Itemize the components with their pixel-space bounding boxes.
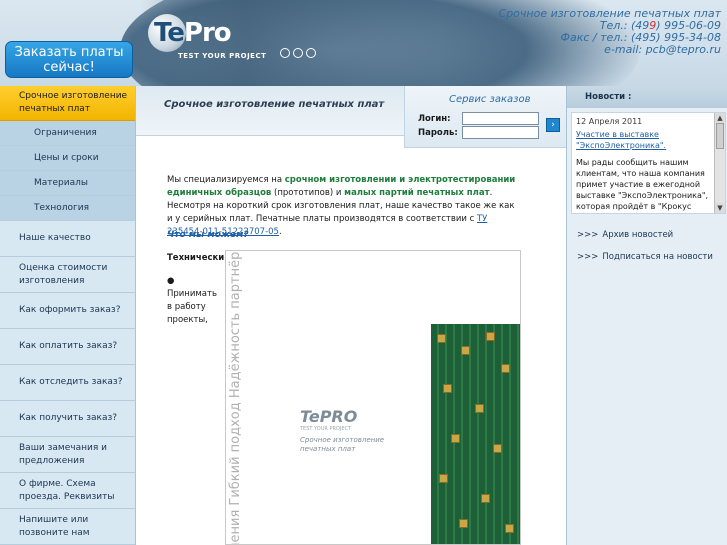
news-text: Мы рады сообщить нашим клиентам, что наш…	[576, 158, 709, 211]
news-subscribe-link[interactable]: >>> Подписаться на новости	[577, 252, 713, 262]
news-header: Новости :	[567, 86, 727, 108]
order-boards-button[interactable]: Заказать платы сейчас!	[5, 41, 133, 78]
login-input[interactable]	[462, 112, 539, 125]
news-column: Новости : 12 Апреля 2011 Участие в выста…	[566, 86, 727, 545]
scroll-thumb[interactable]	[716, 123, 724, 149]
main-content: Срочное изготовление печатных плат Серви…	[136, 86, 566, 545]
clock-icon	[293, 48, 303, 58]
order-service-login: Сервис заказов Логин: Пароль: ›	[404, 86, 566, 148]
sidebar-item-pcb-manufacturing[interactable]: Срочное изготовление печатных плат	[0, 86, 135, 121]
sidebar-item-contact[interactable]: Напишите или позвоните нам	[0, 509, 135, 545]
login-title: Сервис заказов	[449, 94, 531, 105]
title-band: Срочное изготовление печатных плат	[136, 86, 404, 136]
sidebar-item-materials[interactable]: Материалы	[0, 171, 135, 196]
technical-list-item: ● Принимать в работу проекты,	[167, 276, 217, 325]
sidebar-item-quality[interactable]: Наше качество	[0, 221, 135, 257]
sidebar-item-how-to-pay[interactable]: Как оплатить заказ?	[0, 329, 135, 365]
login-label: Логин:	[418, 114, 451, 124]
clock-icon	[280, 48, 290, 58]
password-label: Пароль:	[418, 128, 458, 138]
news-title: Новости :	[585, 92, 632, 102]
scroll-down-icon[interactable]: ▼	[715, 203, 725, 213]
clock-icon	[306, 48, 316, 58]
technical-heading: Технически:	[167, 253, 228, 263]
page-title: Срочное изготовление печатных плат	[164, 99, 385, 110]
header-icons	[280, 48, 316, 58]
brochure-image: нения Гибкий подход Надёжность партнёрст…	[225, 250, 521, 545]
sidebar-item-limitations[interactable]: Ограничения	[0, 121, 135, 146]
sidebar-item-how-to-order[interactable]: Как оформить заказ?	[0, 293, 135, 329]
logo-wordmark: TePro	[154, 18, 232, 48]
contact-block: Срочное изготовление печатных плат Тел.:…	[499, 8, 721, 56]
brochure-vertical-text: нения Гибкий подход Надёжность партнёрст…	[228, 250, 243, 545]
login-submit-button[interactable]: ›	[546, 118, 560, 132]
logo-tagline: TEST YOUR PROJECT	[178, 52, 267, 60]
news-scroll-box: 12 Апреля 2011 Участие в выставке "Экспо…	[571, 112, 726, 214]
sidebar-item-track-order[interactable]: Как отследить заказ?	[0, 365, 135, 401]
sidebar-item-receive-order[interactable]: Как получить заказ?	[0, 401, 135, 437]
news-archive-link[interactable]: >>> Архив новостей	[577, 230, 673, 240]
sidebar-nav: Срочное изготовление печатных плат Огран…	[0, 86, 136, 545]
sidebar-item-prices[interactable]: Цены и сроки	[0, 146, 135, 171]
capabilities-heading: Что мы можем?	[167, 230, 249, 240]
sidebar-item-feedback[interactable]: Ваши замечания и предложения	[0, 437, 135, 473]
header: Заказать платы сейчас! TePro TEST YOUR P…	[0, 0, 727, 86]
password-input[interactable]	[462, 126, 539, 139]
pcb-photo	[431, 324, 520, 544]
sidebar-item-cost-estimate[interactable]: Оценка стоимости изготовления	[0, 257, 135, 293]
news-date: 12 Апреля 2011	[576, 117, 643, 126]
news-scrollbar[interactable]: ▲ ▼	[714, 113, 725, 213]
brochure-logo: TePRO TEST YOUR PROJECT Срочное изготовл…	[300, 407, 385, 453]
contact-email[interactable]: e-mail: pcb@tepro.ru	[499, 44, 721, 56]
tepro-logo[interactable]: TePro TEST YOUR PROJECT	[148, 8, 278, 68]
sidebar-item-technology[interactable]: Технология	[0, 196, 135, 221]
sidebar-item-about[interactable]: О фирме. Схема проезда. Реквизиты	[0, 473, 135, 509]
scroll-up-icon[interactable]: ▲	[715, 113, 725, 123]
news-link[interactable]: Участие в выставке "ЭкспоЭлектроника".	[576, 129, 708, 151]
